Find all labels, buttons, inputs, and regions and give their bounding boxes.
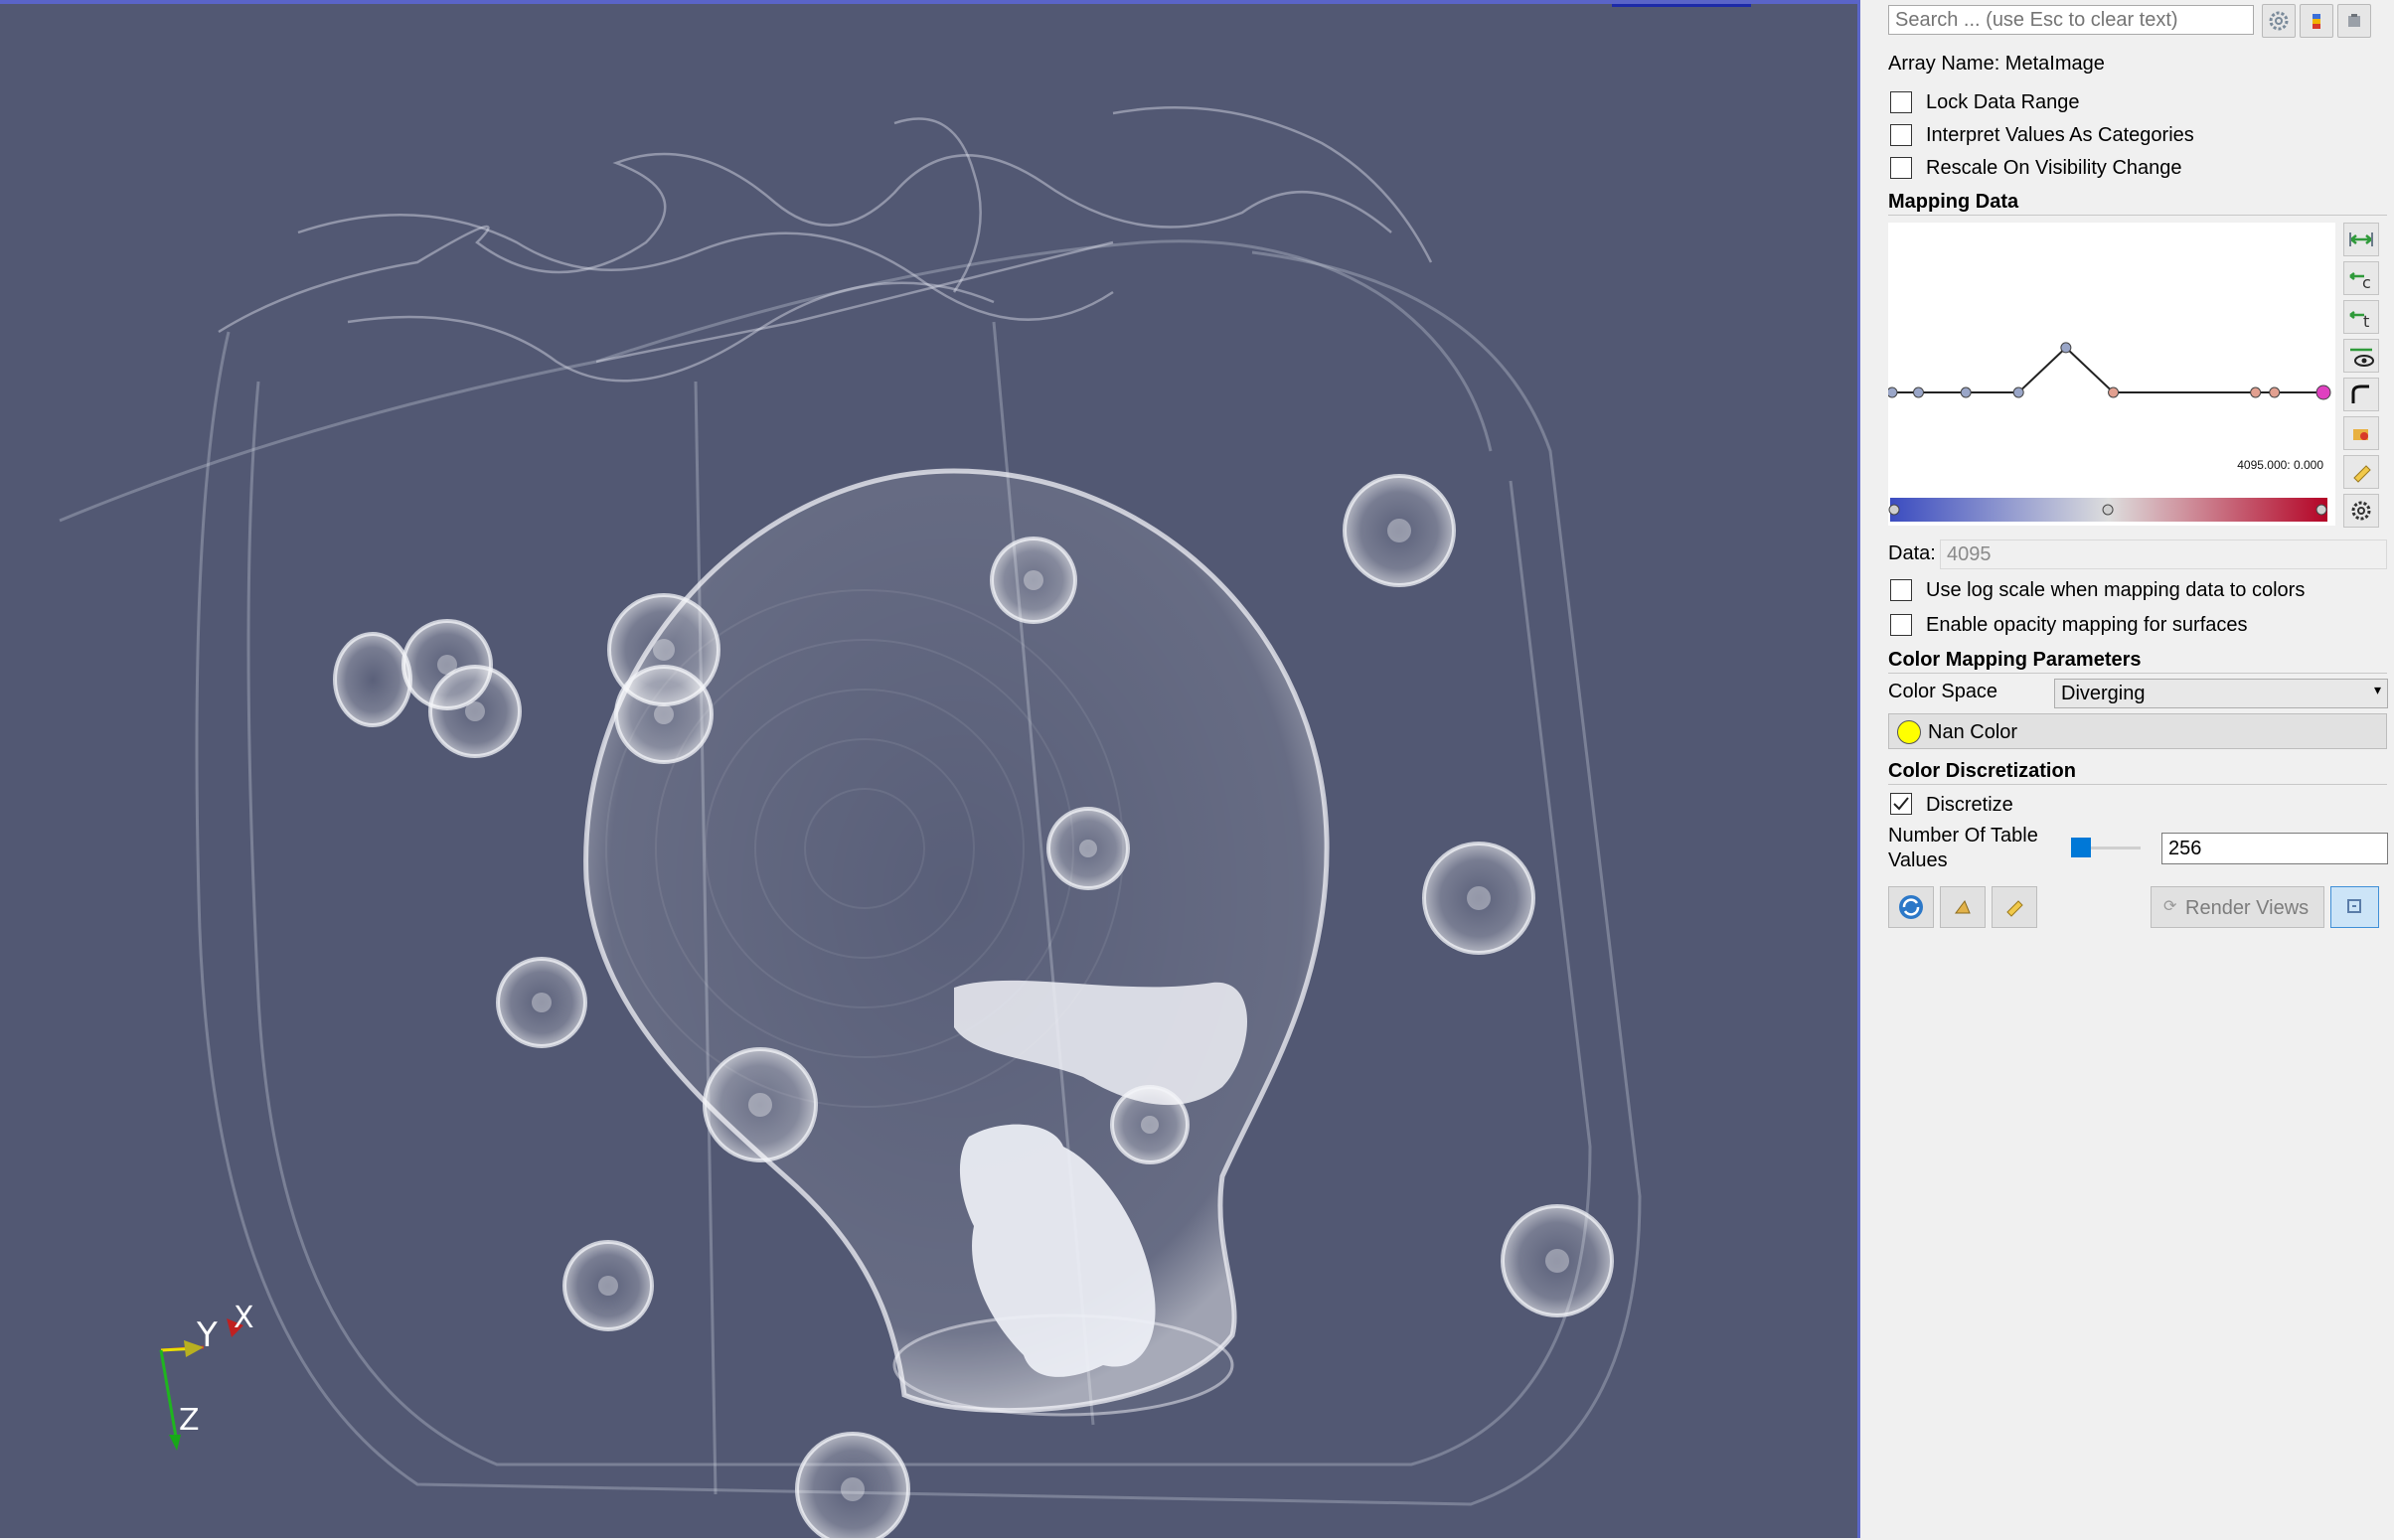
nan-color-button[interactable]: Nan Color (1888, 713, 2387, 749)
lock-data-range-checkbox[interactable] (1890, 91, 1912, 113)
save-preset-button[interactable] (2343, 455, 2379, 489)
svg-text:t: t (2363, 312, 2369, 331)
table-values-slider-handle[interactable] (2071, 838, 2091, 857)
table-values-input[interactable] (2161, 833, 2388, 864)
invert-icon (2351, 385, 2369, 403)
transfer-function-graph[interactable]: 4095.000: 0.000 (1886, 223, 2335, 526)
render-views-label: Render Views (2185, 897, 2310, 919)
transfer-function-editor[interactable]: 4095.000: 0.000 (1886, 223, 2335, 526)
opacity-mapping-label: Enable opacity mapping for surfaces (1926, 614, 2248, 636)
svg-text:c: c (2362, 273, 2371, 292)
gear-icon (2351, 501, 2371, 521)
data-label: Data: (1888, 542, 1936, 564)
colormap-preset-icon (2313, 14, 2320, 29)
render-icon: ⟳ (2163, 898, 2177, 915)
color-control-point[interactable] (1888, 504, 1900, 516)
color-mapping-parameters-heading: Color Mapping Parameters (1888, 649, 2142, 671)
nan-color-label: Nan Color (1928, 721, 2018, 743)
interpret-as-categories-checkbox[interactable] (1890, 124, 1912, 146)
axis-label-z: Z (179, 1403, 200, 1438)
mapping-data-heading: Mapping Data (1888, 191, 2019, 213)
opacity-control-point[interactable] (2108, 386, 2120, 398)
auto-update-button[interactable] (1888, 886, 1934, 928)
restore-defaults-button[interactable] (1940, 886, 1986, 928)
opacity-control-point[interactable] (2012, 386, 2024, 398)
rescale-on-visibility-label: Rescale On Visibility Change (1926, 157, 2182, 179)
search-input[interactable] (1888, 5, 2254, 35)
opacity-control-point[interactable] (1912, 386, 1924, 398)
volume-rendering (59, 106, 1642, 1538)
color-control-point[interactable] (2102, 504, 2114, 516)
restore-defaults-icon (1955, 900, 1971, 914)
checkmark-icon (1893, 797, 1909, 811)
opacity-control-point[interactable] (1886, 386, 1898, 398)
save-defaults-icon (2006, 900, 2023, 917)
log-scale-checkbox[interactable] (1890, 579, 1912, 601)
opacity-control-point[interactable] (1960, 386, 1972, 398)
color-space-value: Diverging (2061, 683, 2146, 704)
refresh-icon (1899, 895, 1923, 919)
pin-panel-button[interactable] (2337, 4, 2371, 38)
render-views-button[interactable]: ⟳ Render Views (2151, 886, 2324, 928)
nan-color-swatch (1897, 720, 1921, 744)
color-map-editor-panel: Array Name: MetaImage Lock Data Range In… (1860, 0, 2394, 1540)
gear-icon (2269, 11, 2289, 31)
rescale-custom-range-button[interactable]: c (2343, 261, 2379, 295)
rescale-range-icon (2349, 232, 2373, 246)
color-space-label: Color Space (1888, 681, 1998, 702)
auto-render-toggle[interactable] (2330, 886, 2379, 928)
rescale-on-visibility-checkbox[interactable] (1890, 157, 1912, 179)
invert-transfer-function-button[interactable] (2343, 378, 2379, 411)
color-control-point[interactable] (2315, 504, 2327, 516)
opacity-mapping-checkbox[interactable] (1890, 614, 1912, 636)
table-values-label-line2: Values (1888, 849, 1948, 871)
opacity-control-point[interactable] (2315, 385, 2331, 400)
rescale-visible-range-button[interactable] (2343, 339, 2379, 373)
divider (1888, 784, 2387, 785)
render-viewport[interactable]: Y X Z (0, 0, 1857, 1538)
divider (1888, 673, 2387, 674)
rescale-to-data-range-button[interactable] (2343, 223, 2379, 256)
opacity-curve (1892, 346, 2323, 393)
opacity-control-point[interactable] (2250, 386, 2262, 398)
discretize-checkbox[interactable] (1890, 793, 1912, 815)
settings-gear-button[interactable] (2262, 4, 2296, 38)
point-readout: 4095.000: 0.000 (2237, 458, 2323, 472)
choose-preset-side-button[interactable] (2343, 416, 2379, 450)
data-value-field[interactable]: 4095 (1940, 539, 2387, 569)
divider (1888, 215, 2387, 216)
lock-data-range-label: Lock Data Range (1926, 91, 2080, 113)
advanced-settings-button[interactable] (2343, 494, 2379, 528)
axis-label-y: Y (197, 1315, 218, 1355)
preset-folder-icon (2353, 429, 2368, 440)
auto-render-icon (2347, 899, 2361, 913)
chevron-down-icon: ▾ (2373, 682, 2381, 697)
rescale-time-icon: t (2349, 311, 2369, 331)
rescale-over-time-button[interactable]: t (2343, 300, 2379, 334)
eye-icon (2350, 348, 2374, 367)
color-space-dropdown[interactable]: Diverging ▾ (2054, 679, 2388, 708)
opacity-control-point[interactable] (2060, 342, 2072, 354)
color-discretization-heading: Color Discretization (1888, 760, 2076, 782)
opacity-control-point[interactable] (2269, 386, 2281, 398)
rescale-custom-icon: c (2349, 272, 2371, 292)
save-defaults-button[interactable] (1992, 886, 2037, 928)
discretize-label: Discretize (1926, 794, 2013, 816)
save-preset-icon (2353, 465, 2371, 483)
table-values-label: Number Of Table (1888, 825, 2038, 847)
axis-label-x: X (234, 1301, 254, 1335)
array-name-label: Array Name: MetaImage (1888, 53, 2105, 75)
log-scale-label: Use log scale when mapping data to color… (1926, 579, 2306, 601)
pin-icon (2348, 14, 2360, 27)
interpret-as-categories-label: Interpret Values As Categories (1926, 124, 2194, 146)
choose-preset-button[interactable] (2300, 4, 2333, 38)
